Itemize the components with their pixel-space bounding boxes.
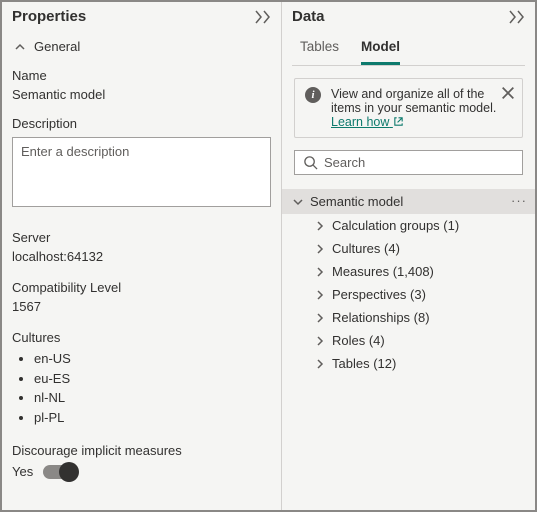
tree-item-label: Relationships (8) — [332, 310, 430, 325]
tree-root-more-button[interactable]: ··· — [511, 193, 527, 208]
list-item: pl-PL — [34, 408, 271, 428]
properties-title: Properties — [12, 8, 86, 25]
general-section-header[interactable]: General — [12, 31, 271, 62]
info-icon: i — [305, 87, 321, 103]
compat-value: 1567 — [12, 299, 271, 314]
tree-root-label: Semantic model — [310, 194, 403, 209]
tree-item[interactable]: Measures (1,408) — [282, 260, 535, 283]
tree-item-label: Calculation groups (1) — [332, 218, 459, 233]
chevron-down-icon — [292, 196, 304, 208]
chevron-right-icon — [517, 10, 525, 24]
list-item: nl-NL — [34, 388, 271, 408]
tree-item[interactable]: Roles (4) — [282, 329, 535, 352]
tree-item-label: Cultures (4) — [332, 241, 400, 256]
learn-how-link[interactable]: Learn how — [331, 115, 404, 129]
search-icon — [303, 155, 318, 170]
discourage-label: Discourage implicit measures — [12, 443, 271, 458]
server-label: Server — [12, 230, 271, 245]
tree-item-label: Roles (4) — [332, 333, 385, 348]
info-banner: i View and organize all of the items in … — [294, 78, 523, 138]
tree-root[interactable]: Semantic model ··· — [282, 189, 535, 214]
tree-item-label: Measures (1,408) — [332, 264, 434, 279]
info-close-button[interactable] — [500, 85, 516, 101]
collapse-data-button[interactable] — [509, 10, 525, 24]
discourage-value-label: Yes — [12, 464, 33, 479]
chevron-right-icon — [255, 10, 263, 24]
cultures-label: Cultures — [12, 330, 271, 345]
description-input[interactable] — [12, 137, 271, 207]
collapse-properties-button[interactable] — [255, 10, 271, 24]
chevron-right-icon — [263, 10, 271, 24]
data-title: Data — [292, 8, 325, 25]
description-label: Description — [12, 116, 271, 131]
chevron-right-icon — [314, 243, 326, 255]
info-text: View and organize all of the items in yo… — [331, 87, 496, 115]
tree-item[interactable]: Calculation groups (1) — [282, 214, 535, 237]
chevron-right-icon — [314, 266, 326, 278]
tree-item-label: Tables (12) — [332, 356, 396, 371]
tree-item[interactable]: Relationships (8) — [282, 306, 535, 329]
list-item: eu-ES — [34, 369, 271, 389]
server-value: localhost:64132 — [12, 249, 271, 264]
compat-label: Compatibility Level — [12, 280, 271, 295]
name-label: Name — [12, 68, 271, 83]
external-link-icon — [393, 116, 404, 127]
tree-item[interactable]: Tables (12) — [282, 352, 535, 375]
tree-item[interactable]: Perspectives (3) — [282, 283, 535, 306]
chevron-right-icon — [314, 335, 326, 347]
list-item: en-US — [34, 349, 271, 369]
chevron-right-icon — [509, 10, 517, 24]
search-input[interactable] — [324, 155, 514, 170]
tree-item[interactable]: Cultures (4) — [282, 237, 535, 260]
general-label: General — [34, 39, 80, 54]
tree-item-label: Perspectives (3) — [332, 287, 426, 302]
chevron-right-icon — [314, 289, 326, 301]
chevron-right-icon — [314, 220, 326, 232]
close-icon — [500, 85, 516, 101]
search-box[interactable] — [294, 150, 523, 175]
data-panel: Data Tables Model i View and organize al… — [282, 2, 535, 510]
properties-panel: Properties General Name Semantic model D… — [2, 2, 282, 510]
tab-tables[interactable]: Tables — [300, 39, 339, 65]
name-value: Semantic model — [12, 87, 271, 102]
learn-how-label: Learn how — [331, 115, 389, 129]
tab-model[interactable]: Model — [361, 39, 400, 65]
toggle-knob-icon — [59, 462, 79, 482]
chevron-right-icon — [314, 312, 326, 324]
model-tree: Semantic model ··· Calculation groups (1… — [282, 189, 535, 375]
data-tabs: Tables Model — [282, 29, 535, 65]
discourage-toggle[interactable] — [43, 465, 77, 479]
cultures-list: en-US eu-ES nl-NL pl-PL — [34, 349, 271, 427]
chevron-up-icon — [14, 41, 26, 53]
chevron-right-icon — [314, 358, 326, 370]
